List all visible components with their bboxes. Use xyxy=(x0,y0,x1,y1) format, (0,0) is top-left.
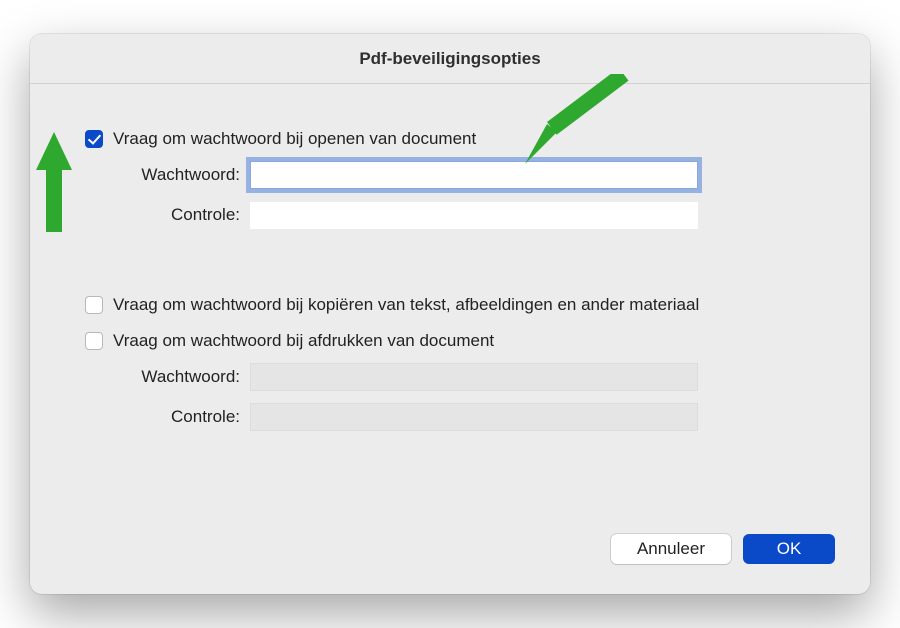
dialog-titlebar: Pdf-beveiligingsopties xyxy=(30,34,870,84)
dialog-content: Vraag om wachtwoord bij openen van docum… xyxy=(30,84,870,432)
perm-password-input xyxy=(250,363,698,391)
require-open-row: Vraag om wachtwoord bij openen van docum… xyxy=(85,124,815,154)
perm-verify-label: Controle: xyxy=(85,407,250,427)
require-copy-row: Vraag om wachtwoord bij kopiëren van tek… xyxy=(85,290,815,320)
open-password-group: Vraag om wachtwoord bij openen van docum… xyxy=(85,124,815,230)
require-copy-label: Vraag om wachtwoord bij kopiëren van tek… xyxy=(113,295,699,315)
open-verify-input[interactable] xyxy=(250,201,698,229)
pdf-security-dialog: Pdf-beveiligingsopties Vraag om wachtwoo… xyxy=(30,34,870,594)
require-open-label: Vraag om wachtwoord bij openen van docum… xyxy=(113,129,476,149)
perm-password-row: Wachtwoord: xyxy=(85,362,815,392)
require-print-checkbox[interactable] xyxy=(85,332,103,350)
ok-button[interactable]: OK xyxy=(743,534,835,564)
require-copy-checkbox[interactable] xyxy=(85,296,103,314)
dialog-buttons: Annuleer OK xyxy=(611,534,835,564)
permissions-group: Vraag om wachtwoord bij kopiëren van tek… xyxy=(85,290,815,432)
open-verify-label: Controle: xyxy=(85,205,250,225)
open-password-input[interactable] xyxy=(250,161,698,189)
dialog-title: Pdf-beveiligingsopties xyxy=(359,49,540,69)
annotation-arrow-up-icon xyxy=(24,132,84,232)
open-password-label: Wachtwoord: xyxy=(85,165,250,185)
perm-verify-input xyxy=(250,403,698,431)
perm-verify-row: Controle: xyxy=(85,402,815,432)
require-print-row: Vraag om wachtwoord bij afdrukken van do… xyxy=(85,326,815,356)
require-print-label: Vraag om wachtwoord bij afdrukken van do… xyxy=(113,331,494,351)
open-password-row: Wachtwoord: xyxy=(85,160,815,190)
cancel-button[interactable]: Annuleer xyxy=(611,534,731,564)
perm-password-label: Wachtwoord: xyxy=(85,367,250,387)
open-verify-row: Controle: xyxy=(85,200,815,230)
require-open-checkbox[interactable] xyxy=(85,130,103,148)
